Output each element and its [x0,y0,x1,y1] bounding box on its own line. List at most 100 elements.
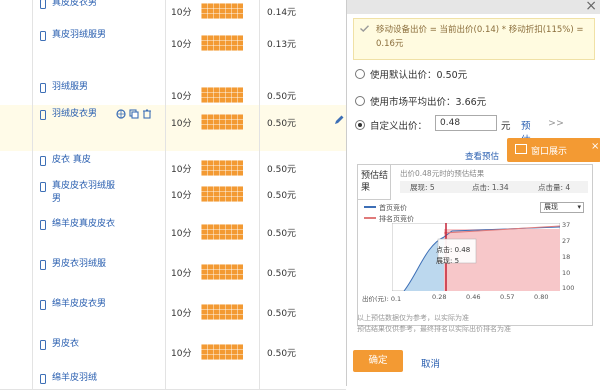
keyword-link[interactable]: 真皮皮衣男 [52,0,116,10]
y-tick: 37 [562,221,571,229]
price-cell: 0.50元 [259,255,346,295]
copy-icon[interactable] [129,109,139,119]
checkbox-cell[interactable] [0,78,33,105]
quality-score: 10分 [171,269,192,279]
keyword-link[interactable]: 羽绒服男 [52,81,116,94]
close-icon[interactable]: × [585,0,597,14]
default-bid-option[interactable]: 使用默认出价：0.50元 [355,67,467,81]
table-row[interactable]: 真皮皮衣羽绒服男 10分 0.50元 [0,177,346,216]
quality-score: 10分 [171,349,192,359]
mobile-device-icon [40,110,46,120]
keyword-link[interactable]: 真皮皮衣羽绒服男 [52,180,116,206]
keyword-link[interactable]: 羽绒皮衣男 [52,108,116,121]
checkbox-cell[interactable] [0,151,33,177]
quality-cell: 10分 [165,255,197,295]
heat-cell [197,151,260,177]
heat-cell [197,177,260,215]
mobile-device-icon [40,0,46,9]
custom-bid-input[interactable]: 0.48 [435,115,497,131]
price-value: 0.50元 [267,92,297,102]
price-cell: 0.50元 [259,215,346,255]
checkbox-cell[interactable] [0,215,33,255]
row-actions [116,109,152,119]
x-tick: 0.80 [534,293,549,301]
quality-score: 10分 [171,165,192,175]
keyword-cell: 真皮皮衣羽绒服男 [32,177,166,215]
heat-bars [201,224,243,240]
pencil-icon[interactable] [333,114,345,126]
checkbox-cell[interactable] [0,255,33,295]
price-cell: 0.50元 [259,335,346,369]
mobile-device-icon [40,340,46,350]
radio-selected-icon[interactable] [355,120,365,130]
table-row[interactable]: 男皮衣羽绒服 10分 0.50元 [0,255,346,296]
table-row[interactable]: 皮衣 真皮 10分 0.50元 [0,151,346,178]
x-tick: 0.57 [500,293,515,301]
view-forecast-link[interactable]: 查看预估 [465,150,499,162]
market-bid-option[interactable]: 使用市场平均出价：3.66元 [355,94,486,108]
mobile-device-icon [40,220,46,230]
keyword-link[interactable]: 绵羊皮真皮皮衣 [52,218,116,231]
keyword-cell: 皮衣 真皮 [32,151,166,177]
checkbox-cell[interactable] [0,177,33,215]
close-icon[interactable]: × [591,141,599,152]
quality-cell: 10分 [165,177,197,215]
keyword-link[interactable]: 绵羊皮皮衣男 [52,298,116,311]
checkbox-cell[interactable] [0,0,33,26]
monitor-icon [515,144,527,154]
trash-icon[interactable] [142,109,152,119]
keyword-link[interactable]: 皮衣 真皮 [52,154,116,167]
keyword-link[interactable]: 男皮衣羽绒服 [52,258,116,271]
keyword-link[interactable]: 绵羊皮羽绒 [52,372,116,385]
table-row[interactable]: 真皮皮衣男 10分 0.14元 [0,0,346,27]
checkbox-cell[interactable] [0,335,33,369]
bid-settings-panel: × 移动设备出价 = 当前出价(0.14) * 移动折扣(115%) = 0.1… [346,0,600,386]
heat-bars [201,87,243,103]
quality-cell [165,369,197,389]
quality-score: 10分 [171,40,192,50]
legend-swatch [364,217,376,219]
checkbox-cell[interactable] [0,105,33,151]
metric-select[interactable]: 展现 [540,202,584,213]
table-row[interactable]: 男皮衣 10分 0.50元 [0,335,346,370]
heat-cell [197,105,260,151]
table-row[interactable]: 真皮羽绒服男 10分 0.13元 [0,26,346,79]
window-display-button[interactable]: 窗口展示 × [507,138,600,162]
chart-legend: 首页竞价 排名页竞价 [364,203,414,225]
heat-cell [197,215,260,255]
table-row[interactable]: 羽绒皮衣男 10分 0.50元 [0,105,346,152]
checkbox-cell[interactable] [0,369,33,389]
custom-bid-option[interactable]: 自定义出价： 0.48 元 预估 >> [355,115,564,146]
radio-icon[interactable] [355,69,365,79]
y-tick: 27 [562,237,571,245]
keyword-cell: 羽绒皮衣男 [32,105,166,151]
expand-chevrons[interactable]: >> [548,118,564,129]
checkbox-cell[interactable] [0,26,33,78]
tooltip-label: 点击: [436,246,453,254]
tab-label: 预估结果 [361,171,389,193]
table-row[interactable]: 羽绒服男 10分 0.50元 [0,78,346,106]
x-tick: 0.28 [432,293,447,301]
table-row[interactable]: 绵羊皮羽绒 [0,369,346,390]
table-row[interactable]: 绵羊皮真皮皮衣 10分 0.50元 [0,215,346,256]
legend-label: 首页竞价 [379,204,407,212]
keyword-cell: 绵羊皮羽绒 [32,369,166,389]
default-bid-label: 使用默认出价：0.50元 [370,70,468,81]
y-tick: 10 [562,269,571,277]
checkbox-cell[interactable] [0,295,33,335]
heat-bars [201,3,243,19]
tab-forecast-result[interactable]: 预估结果 [358,165,391,200]
custom-bid-label: 自定义出价： [370,121,428,132]
quality-cell: 10分 [165,215,197,255]
stat-impressions: 展现: 5 [410,183,435,192]
price-value: 0.13元 [267,40,297,50]
price-cell: 0.14元 [259,0,346,26]
radio-icon[interactable] [355,96,365,106]
confirm-button[interactable]: 确定 [353,350,403,372]
cancel-button[interactable]: 取消 [421,356,440,370]
globe-icon[interactable] [116,109,126,119]
keyword-link[interactable]: 男皮衣 [52,338,116,351]
table-row[interactable]: 绵羊皮皮衣男 10分 0.50元 [0,295,346,336]
heat-bars [201,186,243,202]
keyword-link[interactable]: 真皮羽绒服男 [52,29,116,42]
